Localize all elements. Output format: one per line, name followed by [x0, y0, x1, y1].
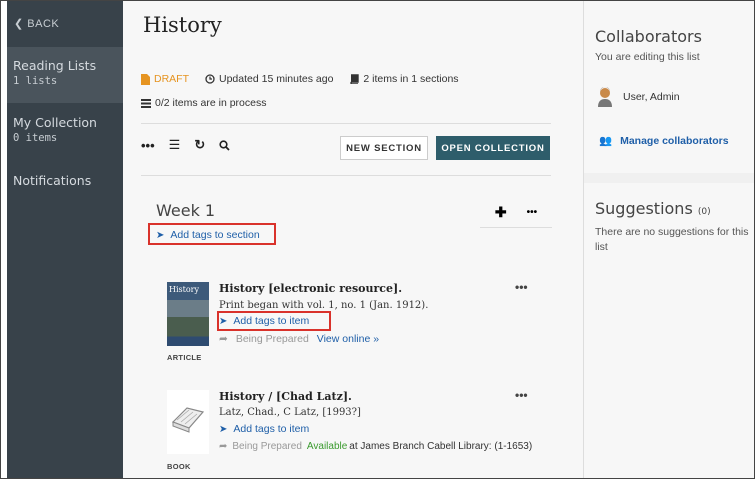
sidebar-item-notifications[interactable]: Notifications [7, 173, 123, 188]
collaborators-subtitle: You are editing this list [595, 51, 700, 63]
search-icon[interactable] [219, 139, 230, 151]
new-section-button[interactable]: NEW SECTION [340, 136, 428, 160]
sidebar-item-count: 1 lists [13, 75, 58, 87]
item-title[interactable]: History [electronic resource]. [219, 282, 402, 295]
suggestions-count: (0) [697, 207, 711, 217]
add-tags-section-label: Add tags to section [170, 229, 260, 241]
divider [141, 175, 551, 176]
book-placeholder-icon [171, 407, 205, 433]
app-frame: ❮ BACK Reading Lists 1 lists My Collecti… [0, 0, 755, 479]
highlight-box [217, 311, 331, 331]
share-icon: ➦ [219, 441, 228, 452]
item-more-icon[interactable]: ••• [515, 388, 528, 402]
manage-collaborators-label: Manage collaborators [620, 134, 729, 147]
list-icon [141, 98, 151, 108]
item-type: ARTICLE [167, 353, 202, 362]
right-panel: Collaborators You are editing this list … [583, 1, 754, 478]
tag-icon: ➤ [156, 229, 165, 241]
suggestions-empty-text: There are no suggestions for this list [595, 226, 749, 253]
process-meta: 0/2 items are in process [141, 97, 266, 109]
list-meta: DRAFT Updated 15 minutes ago 2 items in … [141, 73, 459, 85]
users-icon: 👥 [599, 135, 613, 147]
location-text: at James Branch Cabell Library: (1-1653) [349, 441, 533, 452]
section-tools: ✚ ••• [480, 198, 552, 228]
sidebar-item-label: Notifications [13, 173, 92, 188]
sidebar-item-reading-lists[interactable]: Reading Lists 1 lists [7, 47, 123, 103]
sidebar-item-label: My Collection [13, 115, 97, 130]
item-type: BOOK [167, 462, 191, 471]
section-more-icon[interactable]: ••• [527, 207, 538, 218]
item-thumbnail: History [167, 282, 209, 346]
status-badge: DRAFT [154, 73, 189, 85]
back-label: BACK [27, 18, 60, 30]
back-link[interactable]: ❮ BACK [14, 17, 59, 30]
add-tags-item-label: Add tags to item [233, 423, 310, 435]
refresh-icon[interactable]: ↻ [194, 137, 205, 153]
item-description: Latz, Chad., C Latz, [1993?] [219, 407, 361, 418]
manage-collaborators-link[interactable]: 👥 Manage collaborators [599, 134, 729, 148]
availability-link[interactable]: Available [307, 441, 347, 452]
suggestions-panel: Suggestions (0) There are no suggestions… [584, 183, 754, 478]
collaborators-heading: Collaborators [595, 27, 702, 46]
item-more-icon[interactable]: ••• [515, 280, 528, 294]
add-icon[interactable]: ✚ [495, 204, 507, 221]
view-online-link[interactable]: View online » [317, 333, 379, 345]
suggestions-title: Suggestions [595, 199, 693, 218]
section-title: Week 1 [156, 201, 216, 220]
item-title[interactable]: History / [Chad Latz]. [219, 390, 352, 403]
item-status: ➦ Being Prepared Available at James Bran… [219, 441, 532, 452]
item-thumbnail [167, 390, 209, 454]
sidebar: ❮ BACK Reading Lists 1 lists My Collecti… [7, 1, 123, 478]
collaborators-panel: Collaborators You are editing this list … [584, 1, 754, 173]
page-title: History [143, 13, 222, 37]
list-toolbar: ••• ☰ ↻ [141, 137, 230, 153]
file-icon [141, 73, 150, 85]
item-status: ➦ Being Prepared View online » [219, 333, 379, 345]
updated-text: Updated 15 minutes ago [219, 73, 334, 85]
item-status-text: Being Prepared [235, 333, 309, 345]
share-icon: ➦ [219, 333, 228, 345]
add-tags-section-link[interactable]: ➤ Add tags to section [156, 229, 260, 241]
list-view-icon[interactable]: ☰ [169, 137, 181, 153]
more-icon[interactable]: ••• [141, 138, 155, 153]
sidebar-item-label: Reading Lists [13, 58, 97, 73]
collaborator-user: User, Admin [597, 87, 680, 107]
tag-icon: ➤ [219, 423, 228, 435]
suggestions-heading: Suggestions (0) [595, 199, 711, 218]
thumbnail-title: History [169, 285, 200, 294]
list-main: History DRAFT Updated 15 minutes ago 2 i… [123, 1, 583, 478]
item-status-text: Being Prepared [232, 441, 302, 452]
items-count-text: 2 items in 1 sections [363, 73, 459, 85]
open-collection-button[interactable]: OPEN COLLECTION [436, 136, 550, 160]
item-description: Print began with vol. 1, no. 1 (Jan. 191… [219, 300, 429, 311]
add-tags-item-link[interactable]: ➤ Add tags to item [219, 423, 309, 435]
collaborator-name: User, Admin [623, 91, 680, 103]
clock-icon [205, 74, 215, 84]
chevron-left-icon: ❮ [14, 18, 24, 30]
in-process-text: 0/2 items are in process [155, 97, 267, 109]
divider [141, 123, 551, 124]
avatar [598, 87, 612, 107]
book-icon [350, 74, 360, 84]
sidebar-item-count: 0 items [13, 132, 58, 144]
sidebar-item-my-collection[interactable]: My Collection 0 items [7, 115, 123, 144]
